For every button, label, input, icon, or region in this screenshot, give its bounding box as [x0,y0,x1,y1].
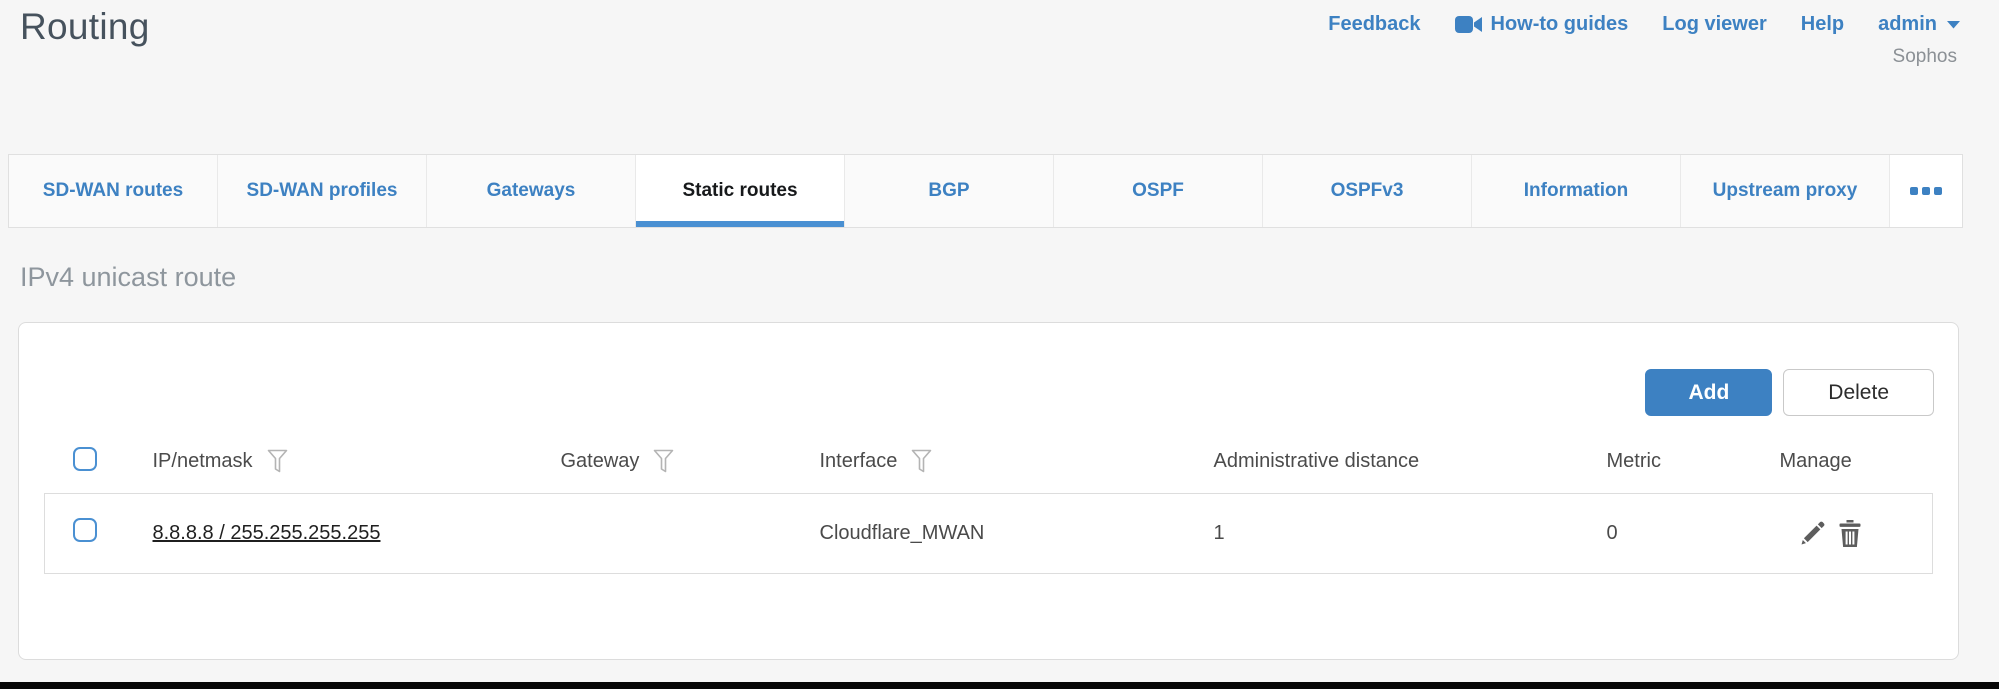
log-viewer-link[interactable]: Log viewer [1662,13,1766,36]
tab-bar: SD-WAN routes SD-WAN profiles Gateways S… [8,154,1963,228]
chevron-down-icon [1946,20,1961,29]
route-metric-cell: 0 [1607,493,1780,573]
tab-upstream-proxy[interactable]: Upstream proxy [1680,155,1889,227]
table-header-row: IP/netmask Gateway Interface Administrat… [45,431,1933,493]
table-toolbar: Add Delete [1645,369,1934,416]
static-routes-card: Add Delete IP/netmask Gateway Inte [18,322,1959,660]
column-header-administrative-distance: Administrative distance [1214,431,1607,493]
tab-ospf[interactable]: OSPF [1053,155,1262,227]
help-link[interactable]: Help [1801,13,1844,36]
log-viewer-label: Log viewer [1662,13,1766,36]
tab-bgp[interactable]: BGP [844,155,1053,227]
help-link-label: Help [1801,13,1844,36]
column-header-metric: Metric [1607,431,1780,493]
page-title: Routing [20,6,150,48]
tab-gateways[interactable]: Gateways [426,155,635,227]
route-interface-cell: Cloudflare_MWAN [820,493,1214,573]
column-header-manage: Manage [1780,431,1933,493]
video-camera-icon [1455,15,1482,34]
row-checkbox[interactable] [73,518,97,542]
filter-icon[interactable] [911,449,932,474]
delete-button[interactable]: Delete [1783,369,1934,416]
filter-icon[interactable] [653,449,674,474]
howto-guides-label: How-to guides [1491,13,1629,36]
route-ip-netmask-link[interactable]: 8.8.8.8 / 255.255.255.255 [153,522,381,544]
more-tabs-icon [1934,187,1942,195]
admin-menu-label: admin [1878,13,1937,36]
column-header-gateway: Gateway [561,431,820,493]
edit-icon[interactable] [1800,520,1826,546]
delete-icon[interactable] [1838,520,1862,547]
add-button[interactable]: Add [1645,369,1772,416]
more-tabs-icon [1922,187,1930,195]
tab-ospfv3[interactable]: OSPFv3 [1262,155,1471,227]
section-heading: IPv4 unicast route [20,262,236,293]
tab-sd-wan-profiles[interactable]: SD-WAN profiles [217,155,426,227]
more-tabs-button[interactable] [1889,155,1962,227]
more-tabs-icon [1910,187,1918,195]
table-row: 8.8.8.8 / 255.255.255.255 Cloudflare_MWA… [45,493,1933,573]
tab-sd-wan-routes[interactable]: SD-WAN routes [9,155,217,227]
feedback-link[interactable]: Feedback [1328,13,1420,36]
select-all-checkbox[interactable] [73,447,97,471]
tab-information[interactable]: Information [1471,155,1680,227]
howto-guides-link[interactable]: How-to guides [1455,13,1629,36]
routes-table: IP/netmask Gateway Interface Administrat… [44,431,1933,574]
feedback-link-label: Feedback [1328,13,1420,36]
tab-static-routes[interactable]: Static routes [635,155,844,227]
admin-menu[interactable]: admin [1878,13,1961,36]
route-administrative-distance-cell: 1 [1214,493,1607,573]
window-bottom-edge [0,682,1999,689]
route-gateway-cell [561,493,820,573]
filter-icon[interactable] [267,449,288,474]
top-nav: Feedback How-to guides Log viewer Help a… [1328,13,1961,36]
column-header-ip-netmask: IP/netmask [153,431,561,493]
row-manage-actions [1780,520,1933,547]
brand-label: Sophos [1893,46,1957,68]
column-header-interface: Interface [820,431,1214,493]
